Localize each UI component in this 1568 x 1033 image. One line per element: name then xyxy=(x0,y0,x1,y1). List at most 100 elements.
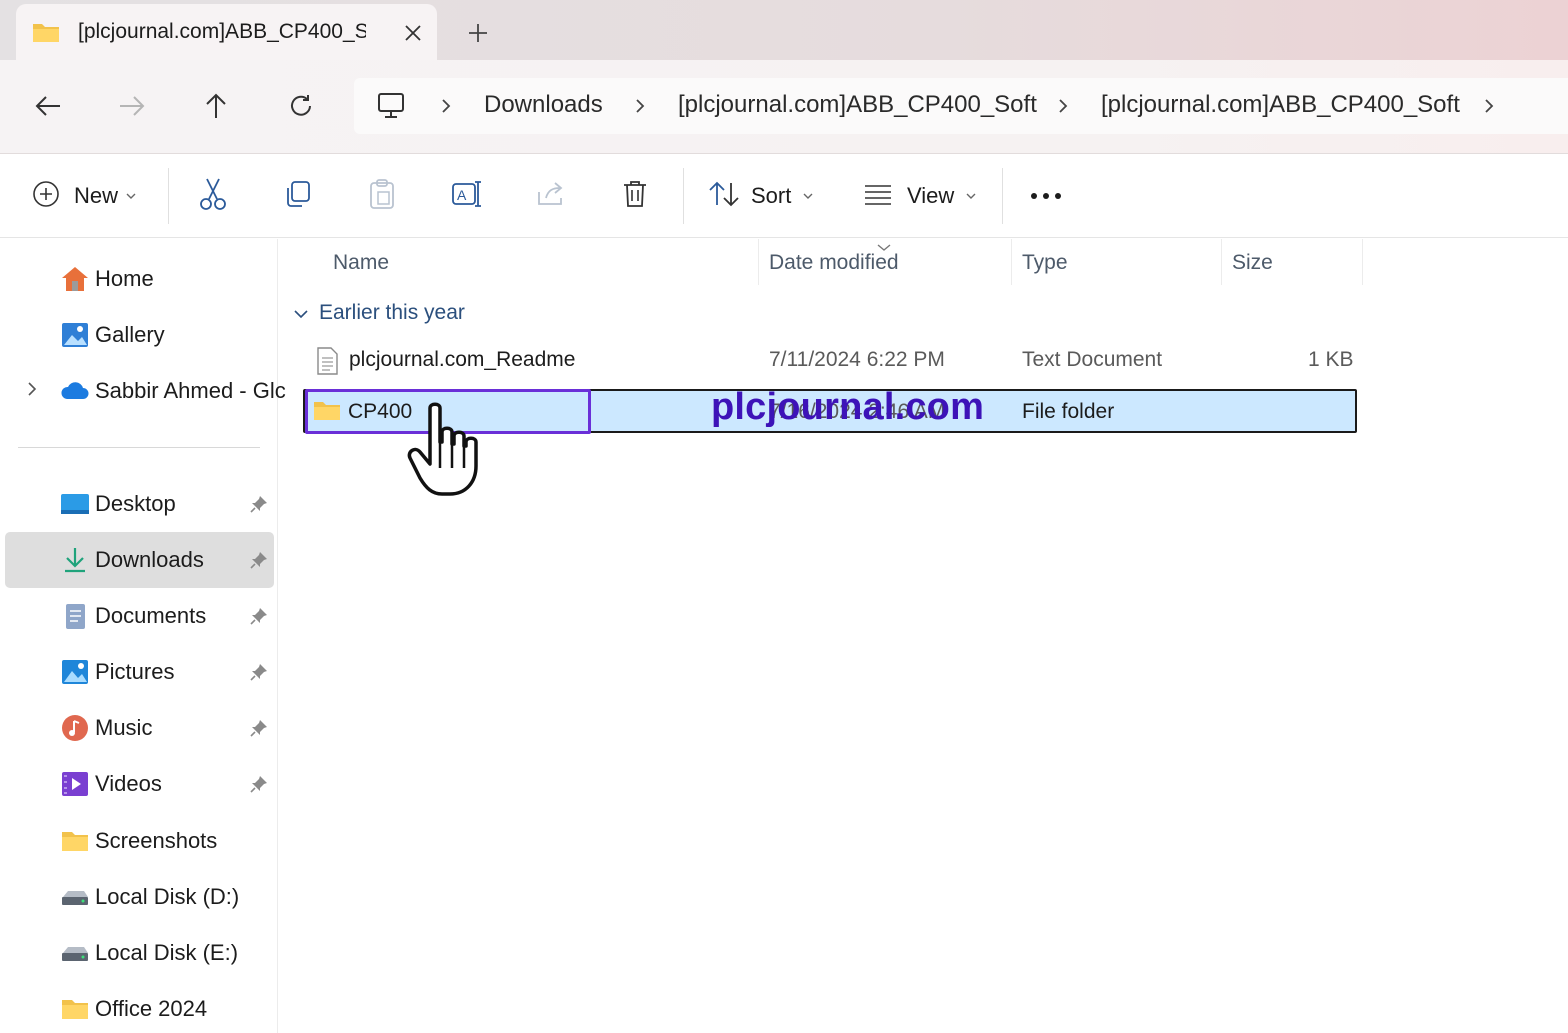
share-button[interactable] xyxy=(536,176,566,216)
group-header[interactable]: Earlier this year xyxy=(293,301,465,325)
file-type: Text Document xyxy=(1022,348,1163,371)
drive-icon xyxy=(60,939,90,967)
sidebar-item-gallery[interactable]: Gallery xyxy=(5,307,274,363)
rename-button[interactable]: A xyxy=(451,176,483,216)
sidebar-item-local-disk-d[interactable]: Local Disk (D:) xyxy=(5,869,274,925)
column-header-date[interactable]: Date modified xyxy=(769,251,899,275)
column-divider[interactable] xyxy=(1221,239,1222,285)
pin-icon[interactable] xyxy=(249,550,269,570)
gallery-icon xyxy=(60,321,90,349)
cloud-icon xyxy=(60,377,90,405)
documents-icon xyxy=(60,602,90,630)
table-row[interactable]: plcjournal.com_Readme 7/11/2024 6:22 PM … xyxy=(303,339,1357,383)
sidebar-item-label: Office 2024 xyxy=(95,996,208,1021)
sort-button[interactable]: Sort xyxy=(708,176,813,216)
new-tab-plus-icon[interactable] xyxy=(462,17,494,49)
sidebar-item-label: Music xyxy=(95,715,153,740)
sidebar-item-pictures[interactable]: Pictures xyxy=(5,644,274,700)
folder-icon xyxy=(60,827,90,855)
cut-button[interactable] xyxy=(198,176,228,216)
sidebar-item-label: Screenshots xyxy=(95,828,218,853)
folder-icon xyxy=(313,399,341,428)
sidebar-item-label: Gallery xyxy=(95,322,165,347)
file-type: File folder xyxy=(1022,400,1115,423)
trash-icon xyxy=(621,179,649,214)
list-view-icon xyxy=(863,182,893,211)
sidebar-item-local-disk-e[interactable]: Local Disk (E:) xyxy=(5,925,274,981)
file-name: CP400 xyxy=(348,400,413,423)
sidebar-item-downloads[interactable]: Downloads xyxy=(5,532,274,588)
forward-arrow-icon[interactable] xyxy=(112,86,152,126)
rename-icon: A xyxy=(451,179,483,214)
file-name: plcjournal.com_Readme xyxy=(349,348,576,371)
breadcrumb-downloads[interactable]: Downloads xyxy=(484,91,603,119)
videos-icon xyxy=(60,770,90,798)
desktop-icon xyxy=(60,490,90,518)
column-header-type[interactable]: Type xyxy=(1022,251,1068,275)
address-bar[interactable]: Downloads [plcjournal.com]ABB_CP400_Soft… xyxy=(354,78,1568,134)
toolbar-divider xyxy=(168,168,169,224)
refresh-icon[interactable] xyxy=(281,86,321,126)
view-button[interactable]: View xyxy=(863,176,976,216)
breadcrumb-chevron-icon[interactable] xyxy=(632,96,648,116)
pin-icon[interactable] xyxy=(249,662,269,682)
sidebar-item-label: Pictures xyxy=(95,659,175,684)
svg-text:A: A xyxy=(457,187,467,203)
sidebar-item-documents[interactable]: Documents xyxy=(5,588,274,644)
sidebar-item-music[interactable]: Music xyxy=(5,700,274,756)
pin-icon[interactable] xyxy=(249,774,269,794)
chevron-right-icon[interactable] xyxy=(27,381,37,402)
new-button[interactable]: New xyxy=(32,176,136,216)
copy-button[interactable] xyxy=(283,176,313,216)
sidebar-item-screenshots[interactable]: Screenshots xyxy=(5,813,274,869)
column-header-size[interactable]: Size xyxy=(1232,251,1273,275)
text-file-icon xyxy=(315,346,339,381)
close-icon[interactable] xyxy=(398,18,428,48)
folder-icon xyxy=(32,20,60,49)
file-date: 7/11/2024 6:22 PM xyxy=(769,348,945,371)
music-icon xyxy=(60,714,90,742)
plus-circle-icon xyxy=(32,180,60,213)
sidebar-item-label: Videos xyxy=(95,771,162,796)
breadcrumb-folder-2[interactable]: [plcjournal.com]ABB_CP400_Soft xyxy=(1101,91,1460,119)
up-arrow-icon[interactable] xyxy=(196,86,236,126)
column-header-name[interactable]: Name xyxy=(333,251,389,275)
sidebar-item-office-2024[interactable]: Office 2024 xyxy=(5,981,274,1033)
sidebar-item-onedrive[interactable]: Sabbir Ahmed - Glc xyxy=(5,363,286,419)
more-options-button[interactable] xyxy=(1030,176,1062,216)
sidebar-item-desktop[interactable]: Desktop xyxy=(5,476,274,532)
back-arrow-icon[interactable] xyxy=(28,86,68,126)
sidebar-item-label: Downloads xyxy=(95,547,204,572)
scissors-icon xyxy=(198,177,228,216)
folder-icon xyxy=(60,995,90,1023)
breadcrumb-chevron-icon[interactable] xyxy=(1481,96,1497,116)
tab-active[interactable]: [plcjournal.com]ABB_CP400_Soft xyxy=(16,4,437,60)
this-pc-monitor-icon[interactable] xyxy=(376,92,406,125)
navigation-bar: Downloads [plcjournal.com]ABB_CP400_Soft… xyxy=(0,60,1568,154)
sidebar-item-label: Home xyxy=(95,266,154,291)
chevron-down-icon xyxy=(803,187,813,205)
watermark-text: plcjournal.com xyxy=(711,386,985,428)
chevron-down-icon xyxy=(966,187,976,205)
sidebar-item-label: Local Disk (D:) xyxy=(95,884,240,909)
file-size: 1 KB xyxy=(1308,348,1354,371)
sidebar-item-home[interactable]: Home xyxy=(5,251,274,307)
ellipsis-icon xyxy=(1030,187,1062,205)
sidebar-item-videos[interactable]: Videos xyxy=(5,756,274,812)
pin-icon[interactable] xyxy=(249,718,269,738)
toolbar-divider xyxy=(1002,168,1003,224)
sort-arrows-icon xyxy=(708,180,740,213)
pin-icon[interactable] xyxy=(249,606,269,626)
delete-button[interactable] xyxy=(621,176,649,216)
breadcrumb-chevron-icon[interactable] xyxy=(1055,96,1071,116)
pictures-icon xyxy=(60,658,90,686)
column-divider[interactable] xyxy=(1011,239,1012,285)
sidebar-item-label: Documents xyxy=(95,603,207,628)
pin-icon[interactable] xyxy=(249,494,269,514)
column-divider[interactable] xyxy=(758,239,759,285)
paste-button[interactable] xyxy=(367,176,397,216)
breadcrumb-folder-1[interactable]: [plcjournal.com]ABB_CP400_Soft xyxy=(678,91,1037,119)
toolbar-divider xyxy=(683,168,684,224)
breadcrumb-chevron-icon[interactable] xyxy=(438,96,454,116)
column-divider[interactable] xyxy=(1362,239,1363,285)
